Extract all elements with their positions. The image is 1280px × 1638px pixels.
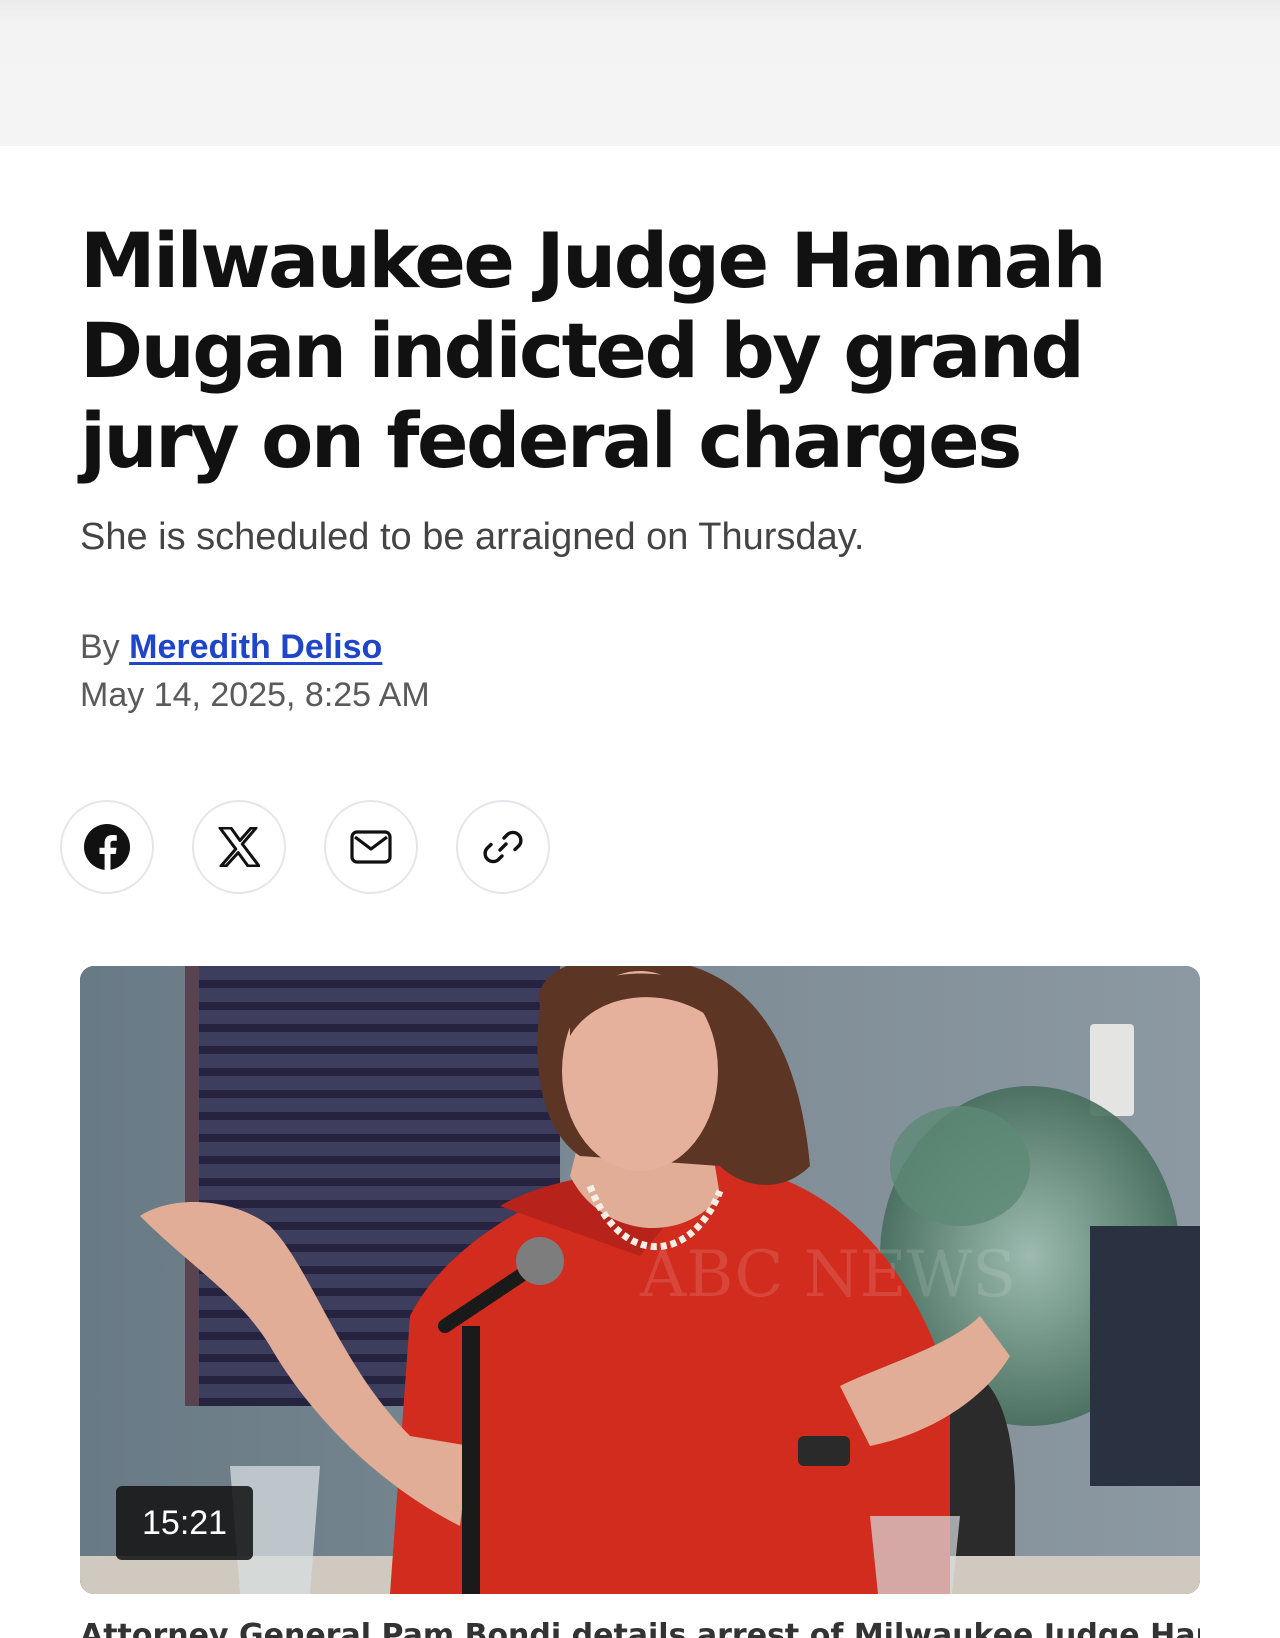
article-subheadline: She is scheduled to be arraigned on Thur… <box>80 516 865 558</box>
author-link[interactable]: Meredith Deliso <box>129 628 382 666</box>
article-headline: Milwaukee Judge Hannah Dugan indicted by… <box>80 216 1107 485</box>
share-bar <box>60 800 550 894</box>
mail-icon <box>350 830 392 864</box>
video-duration-badge: 15:21 <box>116 1486 254 1560</box>
x-icon <box>218 827 260 867</box>
share-x-button[interactable] <box>192 800 286 894</box>
article: Milwaukee Judge Hannah Dugan indicted by… <box>60 146 1200 1638</box>
copy-link-button[interactable] <box>456 800 550 894</box>
media-caption-text: Attorney General Pam Bondi details arres… <box>80 1618 1200 1638</box>
byline: By Meredith Deliso <box>80 626 1200 668</box>
top-banner-area <box>0 0 1280 146</box>
media-watermark: ABC NEWS <box>639 1238 1016 1312</box>
share-email-button[interactable] <box>324 800 418 894</box>
facebook-icon <box>84 824 130 871</box>
video-player[interactable]: ABC NEWS 15:21 <box>80 966 1200 1594</box>
link-icon <box>483 830 523 864</box>
media-caption: Attorney General Pam Bondi details arres… <box>80 1614 1200 1638</box>
byline-prefix: By <box>80 628 120 666</box>
share-facebook-button[interactable] <box>60 800 154 894</box>
publish-timestamp: May 14, 2025, 8:25 AM <box>80 676 430 714</box>
